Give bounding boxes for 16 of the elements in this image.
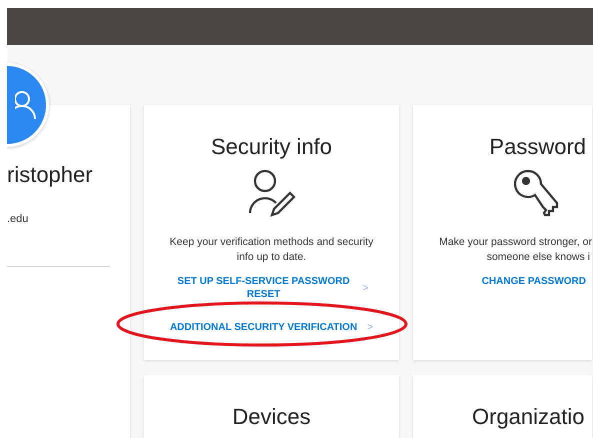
card-description: Make your password stronger, or (439, 235, 592, 250)
user-name: ristopher (7, 161, 93, 189)
chevron-icon: > (362, 282, 368, 294)
card-link[interactable]: ADDITIONAL SECURITY VERIFICATION > (170, 321, 374, 334)
card-title: Devices (232, 403, 311, 431)
person-pen-icon (248, 169, 296, 219)
card-title: Password (489, 133, 586, 161)
card-description: Keep your verification methods and security info up to date. (168, 235, 374, 265)
user-email: .edu (7, 212, 28, 227)
chevron-icon: > (367, 321, 374, 334)
card-link[interactable]: SET UP SELF-SERVICE PASSWORD RESET > (174, 275, 368, 301)
card-link[interactable]: CHANGE PASSWORD (482, 275, 586, 288)
key-icon (514, 169, 560, 219)
card-description: someone else knows i (486, 250, 590, 265)
card-title: Security info (210, 133, 332, 161)
card-title: Organizatio (472, 403, 585, 431)
